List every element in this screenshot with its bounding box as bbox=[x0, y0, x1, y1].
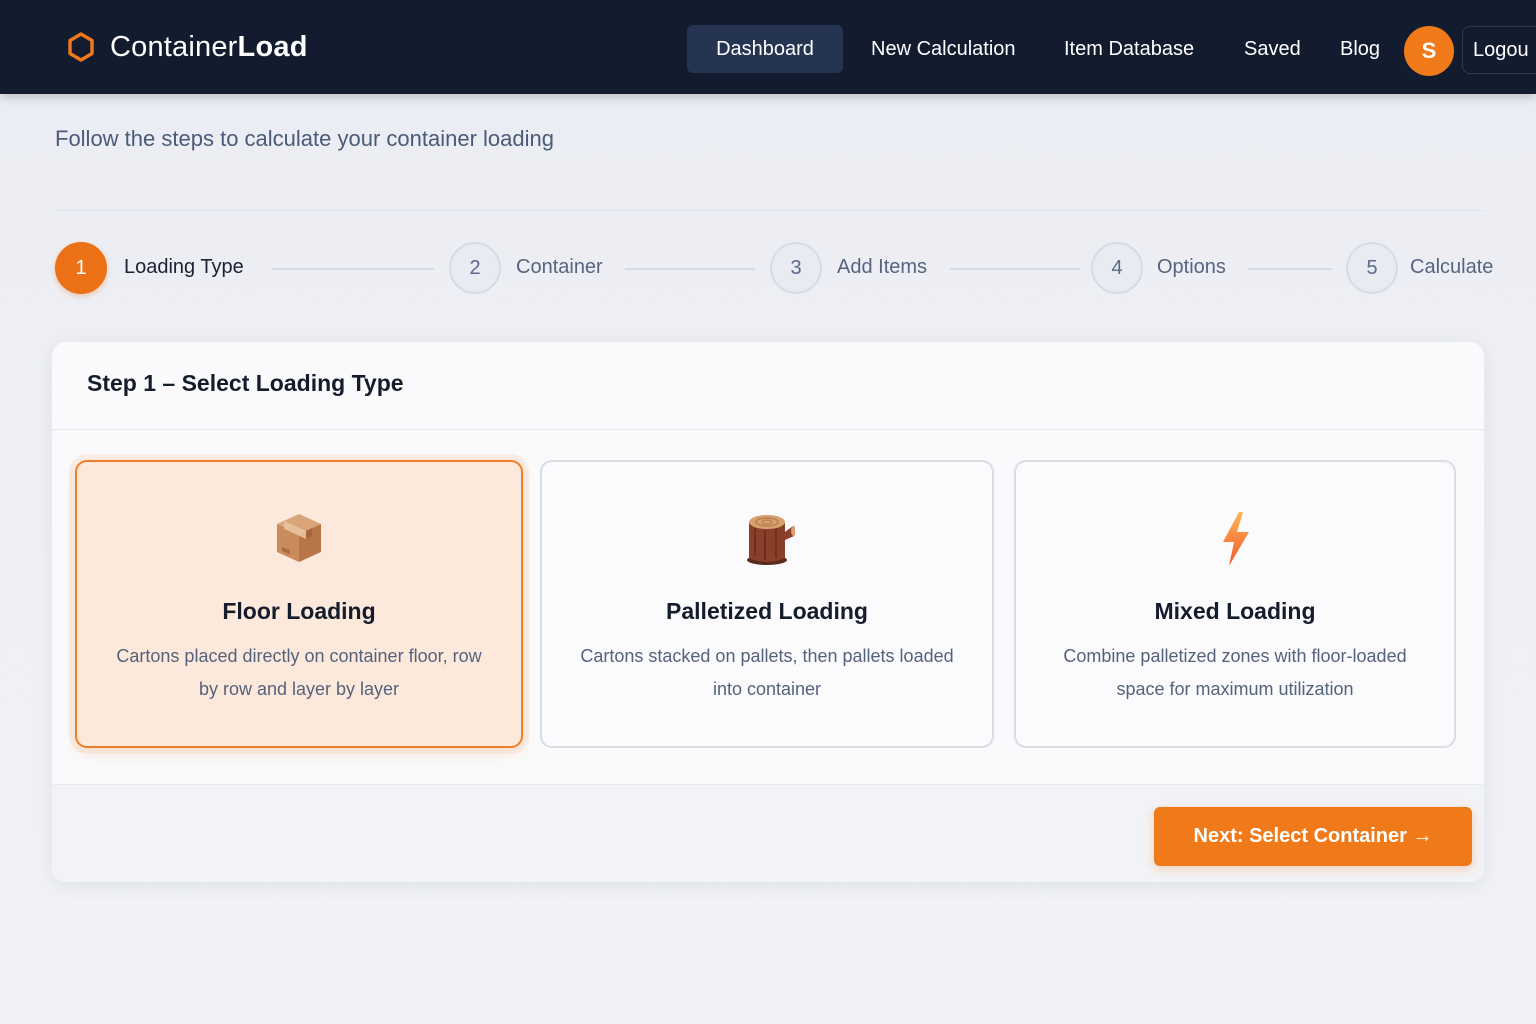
option-title: Mixed Loading bbox=[1154, 598, 1316, 624]
wood-log-icon bbox=[747, 515, 795, 565]
card-header: Step 1 – Select Loading Type bbox=[52, 342, 1484, 430]
option-palletized-loading[interactable]: Palletized Loading Cartons stacked on pa… bbox=[540, 460, 994, 748]
step-1-circle[interactable]: 1 bbox=[55, 242, 107, 294]
lightning-bolt-icon bbox=[1223, 512, 1249, 566]
nav-item-saved[interactable]: Saved bbox=[1244, 25, 1301, 73]
step-4-circle[interactable]: 4 bbox=[1091, 242, 1143, 294]
step-3-circle[interactable]: 3 bbox=[770, 242, 822, 294]
loading-type-card: Step 1 – Select Loading Type Floor Loadi… bbox=[52, 342, 1484, 882]
nav-item-new-calculation[interactable]: New Calculation bbox=[871, 25, 1016, 73]
top-navbar: ContainerLoad Dashboard New Calculation … bbox=[0, 0, 1536, 94]
card-footer: Next: Select Container → bbox=[52, 784, 1484, 882]
option-description: Cartons stacked on pallets, then pallets… bbox=[580, 646, 954, 699]
page-subtitle: Follow the steps to calculate your conta… bbox=[55, 126, 554, 151]
card-title: Step 1 – Select Loading Type bbox=[87, 370, 404, 396]
option-description: Cartons placed directly on container flo… bbox=[116, 646, 482, 699]
option-description: Combine palletized zones with floor-load… bbox=[1063, 646, 1407, 699]
step-connector bbox=[1248, 268, 1332, 270]
step-connector bbox=[272, 268, 434, 270]
nav-item-dashboard[interactable]: Dashboard bbox=[687, 25, 843, 73]
step-5-circle[interactable]: 5 bbox=[1346, 242, 1398, 294]
next-select-container-button[interactable]: Next: Select Container → bbox=[1154, 807, 1472, 866]
step-connector bbox=[950, 268, 1080, 270]
divider bbox=[55, 210, 1485, 211]
step-progress: 1 Loading Type 2 Container 3 Add Items 4… bbox=[0, 242, 1536, 294]
step-2-label[interactable]: Container bbox=[516, 256, 603, 279]
option-mixed-loading[interactable]: Mixed Loading Combine palletized zones w… bbox=[1014, 460, 1456, 748]
user-avatar[interactable]: S bbox=[1404, 26, 1454, 76]
option-floor-loading[interactable]: Floor Loading Cartons placed directly on… bbox=[75, 460, 523, 748]
option-title: Floor Loading bbox=[222, 598, 376, 624]
step-1-label[interactable]: Loading Type bbox=[124, 256, 244, 279]
main-nav: Dashboard New Calculation Item Database … bbox=[0, 25, 1536, 73]
step-4-label[interactable]: Options bbox=[1157, 256, 1226, 279]
step-connector bbox=[625, 268, 755, 270]
step-2-circle[interactable]: 2 bbox=[449, 242, 501, 294]
option-title: Palletized Loading bbox=[666, 598, 868, 624]
step-5-label[interactable]: Calculate bbox=[1410, 256, 1493, 279]
cardboard-box-icon bbox=[277, 514, 321, 562]
step-3-label[interactable]: Add Items bbox=[837, 256, 927, 279]
nav-item-item-database[interactable]: Item Database bbox=[1064, 25, 1194, 73]
nav-item-blog[interactable]: Blog bbox=[1340, 25, 1380, 73]
logout-button[interactable]: Logou bbox=[1462, 26, 1536, 74]
